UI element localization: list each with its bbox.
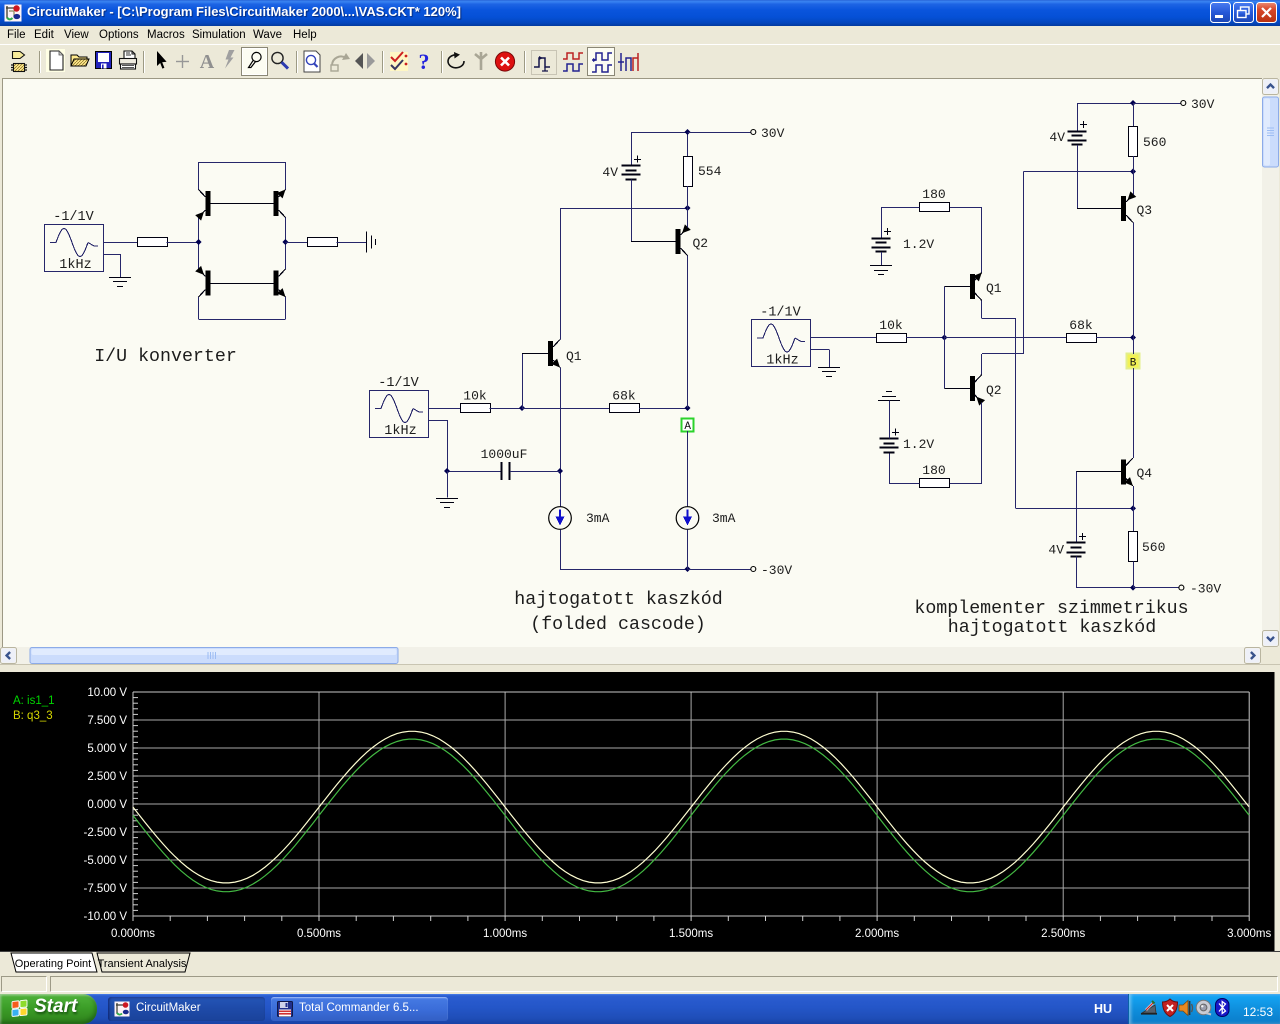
- svg-text:-1/1V: -1/1V: [378, 376, 419, 391]
- svg-text:-5.000 V: -5.000 V: [84, 855, 128, 867]
- svg-text:-10.00 V: -10.00 V: [84, 911, 128, 923]
- svg-text:(folded cascode): (folded cascode): [530, 615, 706, 635]
- svg-text:10k: 10k: [879, 318, 903, 333]
- svg-text:4V: 4V: [602, 165, 618, 180]
- svg-text:Q2: Q2: [693, 236, 709, 251]
- svg-text:4V: 4V: [1049, 130, 1065, 145]
- svg-text:-7.500 V: -7.500 V: [84, 883, 128, 895]
- svg-text:3mA: 3mA: [586, 511, 610, 526]
- svg-text:?: ?: [419, 49, 430, 74]
- svg-text:30V: 30V: [761, 126, 785, 141]
- svg-text:Transient Analysis: Transient Analysis: [98, 958, 187, 970]
- svg-text:7.500 V: 7.500 V: [87, 715, 127, 727]
- svg-text:0.500ms: 0.500ms: [297, 928, 341, 940]
- svg-text:-30V: -30V: [761, 563, 792, 578]
- svg-text:3.000ms: 3.000ms: [1227, 928, 1271, 940]
- svg-text:Q1: Q1: [986, 281, 1002, 296]
- svg-text:1.500ms: 1.500ms: [669, 928, 713, 940]
- svg-text:1kHz: 1kHz: [766, 354, 798, 369]
- svg-text:180: 180: [922, 187, 945, 202]
- svg-text:I/U konverter: I/U konverter: [94, 347, 237, 367]
- svg-text:1.2V: 1.2V: [903, 437, 934, 452]
- svg-text:hajtogatott kaszkód: hajtogatott kaszkód: [514, 590, 722, 610]
- svg-text:0.000 V: 0.000 V: [87, 799, 127, 811]
- svg-text:10k: 10k: [463, 389, 487, 404]
- svg-text:Q2: Q2: [986, 383, 1002, 398]
- svg-text:hajtogatott kaszkód: hajtogatott kaszkód: [948, 618, 1156, 638]
- svg-text:2.500ms: 2.500ms: [1041, 928, 1085, 940]
- svg-text:-2.500 V: -2.500 V: [84, 827, 128, 839]
- svg-text:A: is1_1: A: is1_1: [13, 695, 55, 707]
- svg-text:2.500 V: 2.500 V: [87, 771, 127, 783]
- svg-text:B: B: [1130, 358, 1137, 370]
- svg-text:30V: 30V: [1191, 97, 1215, 112]
- svg-text:1.2V: 1.2V: [903, 237, 934, 252]
- svg-text:560: 560: [1143, 135, 1166, 150]
- svg-text:Q3: Q3: [1137, 203, 1153, 218]
- svg-text:1000uF: 1000uF: [481, 447, 528, 462]
- svg-text:10.00 V: 10.00 V: [87, 687, 127, 699]
- svg-text:3mA: 3mA: [712, 511, 736, 526]
- svg-text:2.000ms: 2.000ms: [855, 928, 899, 940]
- svg-text:Q4: Q4: [1137, 466, 1153, 481]
- svg-text:-1/1V: -1/1V: [760, 306, 801, 321]
- svg-text:B: q3_3: B: q3_3: [13, 710, 53, 722]
- svg-text:0.000ms: 0.000ms: [111, 928, 155, 940]
- svg-text:1kHz: 1kHz: [59, 258, 91, 273]
- svg-text:68k: 68k: [612, 389, 636, 404]
- svg-text:A: A: [200, 51, 215, 73]
- svg-text:1kHz: 1kHz: [384, 424, 416, 439]
- svg-text:5.000 V: 5.000 V: [87, 743, 127, 755]
- svg-text:560: 560: [1142, 540, 1165, 555]
- svg-text:554: 554: [698, 164, 722, 179]
- svg-text:Operating Point: Operating Point: [15, 958, 91, 970]
- svg-text:180: 180: [922, 463, 945, 478]
- svg-text:4V: 4V: [1048, 543, 1064, 558]
- svg-text:1.000ms: 1.000ms: [483, 928, 527, 940]
- svg-text:-30V: -30V: [1190, 582, 1221, 597]
- svg-text:komplementer szimmetrikus: komplementer szimmetrikus: [914, 599, 1188, 619]
- svg-text:-1/1V: -1/1V: [53, 210, 94, 225]
- svg-text:Q1: Q1: [566, 349, 582, 364]
- svg-text:68k: 68k: [1069, 318, 1093, 333]
